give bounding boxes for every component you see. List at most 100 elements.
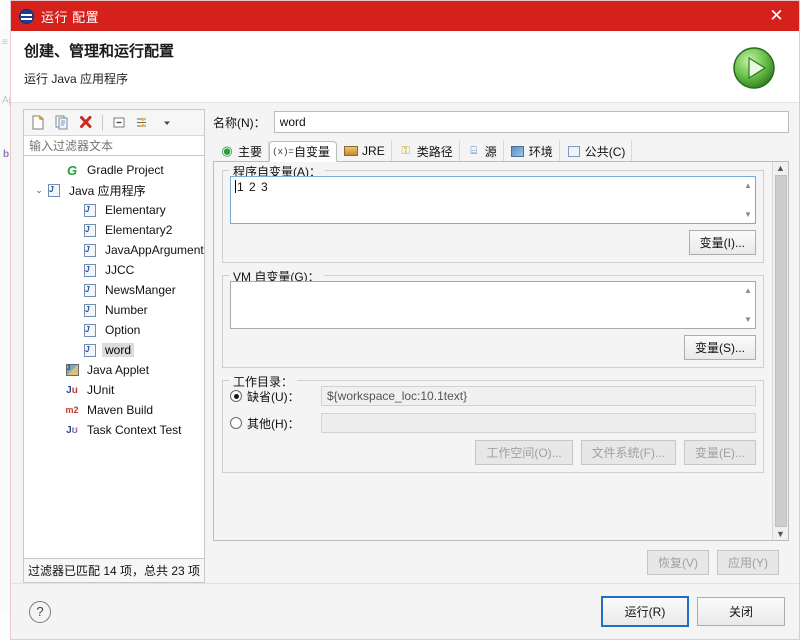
vm-arguments-scrollbar[interactable]: ▲ ▼ [741, 285, 755, 325]
tab-6[interactable]: 环境 [504, 140, 560, 161]
tab-label: 自变量 [294, 145, 331, 159]
tree-item-label: Elementary [105, 203, 166, 217]
page-title: 创建、管理和运行配置 [24, 43, 175, 60]
maven-icon: m2 [65, 405, 79, 415]
tree-item[interactable]: J Java Applet [24, 360, 204, 380]
configurations-tree-panel: GGradle Project⌄JJava 应用程序JElementaryJEl… [23, 109, 205, 583]
java-icon: J [82, 323, 98, 338]
tree-item-label: Gradle Project [87, 163, 164, 177]
program-arguments-value: 1 2 3 [237, 180, 269, 194]
working-directory-filesystem-button[interactable]: 文件系统(F)... [580, 440, 676, 465]
tree-status-text: 过滤器已匹配 14 项，总共 23 项 [23, 559, 205, 583]
tab-label: 源 [484, 144, 497, 159]
tree-item-label: Elementary2 [105, 223, 173, 237]
new-configuration-button[interactable] [27, 112, 49, 133]
tab-7[interactable]: 公共(C) [560, 140, 633, 161]
dialog-title: 运行 配置 [41, 9, 100, 25]
revert-button[interactable]: 恢复(V) [647, 550, 709, 575]
vm-arguments-variables-button[interactable]: 变量(S)... [684, 335, 756, 360]
filter-input-wrapper[interactable] [23, 135, 205, 156]
program-arguments-textarea[interactable]: 1 2 3 ▲ ▼ [230, 176, 756, 224]
java-icon: J [82, 263, 98, 278]
working-directory-other-label: 其他(H)： [247, 416, 300, 431]
radio-default-icon[interactable] [230, 390, 242, 402]
arguments-tab-content: 程序自变量(A)： 1 2 3 ▲ ▼ 变量(I)... VM 自变量(G)： … [213, 162, 789, 541]
source-icon: ⌸ [470, 144, 478, 157]
working-directory-default-value: ${workspace_loc:10.1text} [321, 386, 756, 406]
scrollbar-thumb[interactable] [774, 175, 787, 527]
tree-item[interactable]: G Gradle Project [24, 160, 204, 180]
filter-input[interactable] [27, 137, 201, 154]
working-directory-variables-button[interactable]: 变量(E)... [684, 440, 756, 465]
classpath-icon: ⚿ [401, 144, 410, 157]
tab-label: 类路径 [416, 144, 453, 159]
configurations-tree[interactable]: G Gradle Project ⌄ J Java 应用程序 J Elementary J El… [23, 156, 205, 559]
tree-item[interactable]: J JJCC [24, 260, 204, 280]
tree-item[interactable]: J Elementary2 [24, 220, 204, 240]
collapse-all-button[interactable] [108, 112, 130, 133]
scroll-down-icon[interactable]: ▼ [776, 529, 785, 539]
working-directory-other-row[interactable]: 其他(H)： [230, 413, 756, 433]
tree-item[interactable]: J Option [24, 320, 204, 340]
program-arguments-variables-button[interactable]: 变量(I)... [688, 230, 756, 255]
environment-icon [511, 145, 525, 158]
working-directory-default-row[interactable]: 缺省(U)： ${workspace_loc:10.1text} [230, 386, 756, 406]
tree-item[interactable]: Jʊ Task Context Test [24, 420, 204, 440]
scroll-up-icon[interactable]: ▲ [744, 286, 752, 295]
scroll-up-icon[interactable]: ▲ [744, 181, 752, 190]
apply-button[interactable]: 应用(Y) [717, 550, 779, 575]
working-directory-workspace-button[interactable]: 工作空间(O)... [475, 440, 573, 465]
program-arguments-scrollbar[interactable]: ▲ ▼ [741, 180, 755, 220]
tree-twisty-icon[interactable]: ⌄ [32, 185, 46, 196]
tab-label: 公共(C) [584, 144, 626, 159]
apply-actions-row: 恢复(V) 应用(Y) [213, 541, 789, 583]
tab-content-scrollbar[interactable]: ▲ ▼ [772, 162, 788, 540]
program-arguments-group: 程序自变量(A)： 1 2 3 ▲ ▼ 变量(I)... [222, 163, 764, 263]
java-icon: J [82, 283, 98, 298]
tree-item[interactable]: J Elementary [24, 200, 204, 220]
scroll-up-icon[interactable]: ▲ [776, 163, 785, 173]
tab-1[interactable]: ◉ 主要 [213, 140, 270, 161]
tab-label: 主要 [238, 144, 263, 159]
scroll-down-icon[interactable]: ▼ [744, 315, 752, 324]
java-icon: J [82, 223, 98, 238]
tree-item[interactable]: Jword [24, 340, 204, 360]
tree-item[interactable]: J Number [24, 300, 204, 320]
filter-button[interactable] [132, 112, 154, 133]
tab-3[interactable]: JRE [337, 140, 392, 161]
duplicate-configuration-button[interactable] [51, 112, 73, 133]
java-icon: J [82, 343, 98, 358]
configuration-editor-panel: 名称(N)： ◉主要(x)=自变量JRE⚿类路径⌸源环境公共(C) 程序自变量(… [213, 109, 789, 583]
run-button[interactable]: 运行(R) [601, 596, 689, 627]
configuration-tabs[interactable]: ◉ 主要 (x)= 自变量 JRE ⚿ 类路径 ⌸ 源环境 公共(C) [213, 140, 789, 162]
run-configurations-dialog: 运行 配置 ✕ 创建、管理和运行配置 运行 Java 应用程序 输入过滤器文本 … [10, 0, 800, 640]
help-question-icon[interactable]: ? [29, 600, 51, 623]
view-menu-dropdown-button[interactable] [156, 112, 178, 133]
close-icon[interactable]: ✕ [754, 1, 799, 31]
vm-arguments-textarea[interactable]: ▲ ▼ [230, 281, 756, 329]
working-directory-other-input[interactable] [321, 413, 756, 433]
tab-label: JRE [362, 144, 385, 158]
tree-item[interactable]: ⌄ J Java 应用程序 [24, 180, 204, 200]
tab-4[interactable]: ⚿ 类路径 [392, 140, 460, 161]
tree-item-label: NewsManger [105, 283, 176, 297]
close-button[interactable]: 关闭 [697, 597, 785, 626]
radio-other-icon[interactable] [230, 417, 242, 429]
tab-2[interactable]: (x)= 自变量 [269, 141, 338, 162]
java-icon: J [82, 203, 98, 218]
configuration-name-input[interactable] [273, 111, 789, 133]
tree-item-label: JavaAppArguments [105, 243, 205, 257]
configuration-name-label: 名称(N)： [213, 115, 266, 130]
scroll-down-icon[interactable]: ▼ [744, 210, 752, 219]
tree-item[interactable]: J JavaAppArguments [24, 240, 204, 260]
main-green-circle-icon: ◉ [221, 143, 233, 158]
tree-item[interactable]: Ju JUnit [24, 380, 204, 400]
tree-toolbar [23, 109, 205, 135]
jre-icon [344, 145, 359, 158]
tree-item[interactable]: m2 Maven Build [24, 400, 204, 420]
java-icon: J [46, 183, 62, 198]
delete-configuration-button[interactable] [75, 112, 97, 133]
arguments-xeq-icon: (x)= [272, 146, 294, 157]
tree-item[interactable]: J NewsManger [24, 280, 204, 300]
tab-5[interactable]: ⌸ 源 [460, 140, 504, 161]
